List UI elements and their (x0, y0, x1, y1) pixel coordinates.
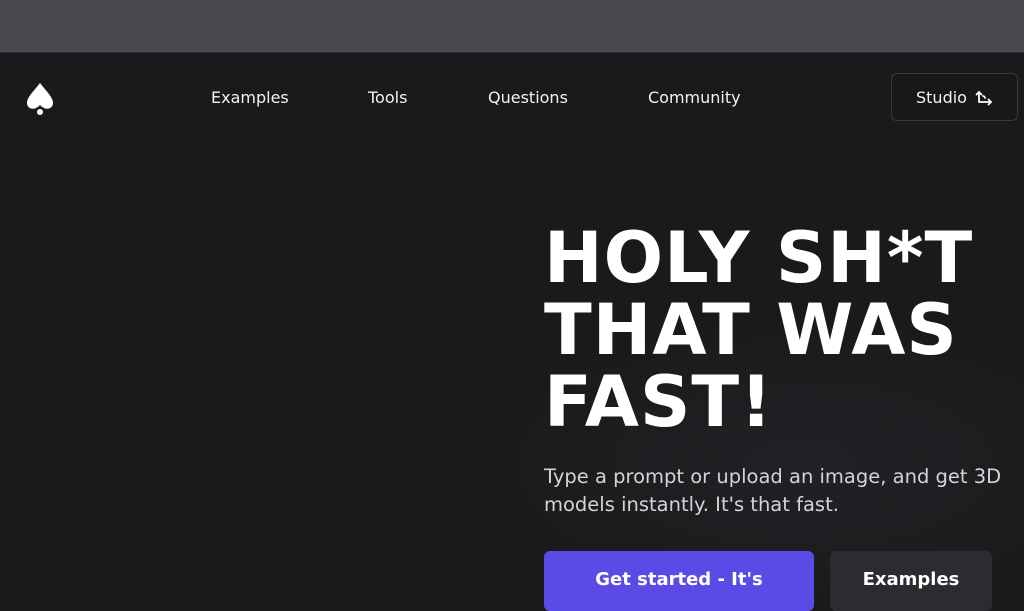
arrow-corner-icon (975, 87, 995, 107)
examples-button-label: Examples (862, 569, 960, 590)
browser-top-bar (0, 0, 1024, 53)
studio-button[interactable]: Studio (891, 73, 1018, 121)
studio-button-label: Studio (916, 87, 967, 107)
examples-button[interactable]: Examples (830, 551, 992, 611)
nav-link-community[interactable]: Community (648, 88, 741, 108)
get-started-label: Get started - It's (595, 569, 763, 590)
nav-link-examples[interactable]: Examples (211, 88, 289, 108)
hero-title-line-2: THAT WAS (544, 289, 958, 371)
site-header: Examples Tools Questions Community Studi… (0, 53, 1024, 141)
hero-title-line-1: HOLY SH*T (544, 217, 974, 299)
get-started-button[interactable]: Get started - It's (544, 551, 814, 611)
nav-link-questions[interactable]: Questions (488, 88, 568, 108)
hero-title: HOLY SH*T THAT WAS FAST! (544, 222, 1014, 438)
spade-logo-icon[interactable] (24, 81, 56, 115)
nav-link-tools[interactable]: Tools (368, 88, 407, 108)
hero-subtitle: Type a prompt or upload an image, and ge… (544, 465, 1002, 516)
hero-title-line-3: FAST! (544, 361, 774, 443)
